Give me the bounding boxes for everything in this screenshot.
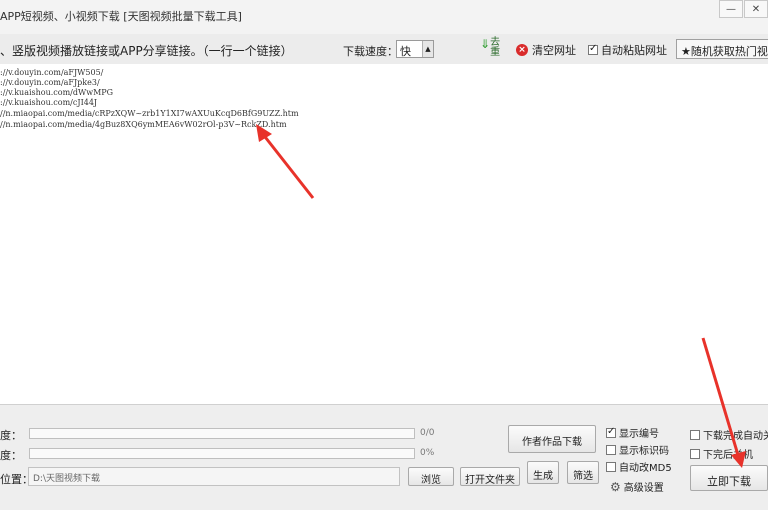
- shutdown-checkbox[interactable]: 下完后关机: [690, 446, 753, 461]
- auto-md5-label: 自动改MD5: [619, 463, 672, 474]
- toolbar: 、竖版视频播放链接或APP分享链接。（一行一个链接） 下载速度： 快 ▲ ⇓ 去…: [0, 34, 768, 65]
- show-id-label: 显示标识码: [619, 446, 669, 457]
- url-line: //n.miaopai.com/media/4gBuz8XQ6ymMEA6vW0…: [0, 120, 287, 129]
- checkbox-icon: [690, 429, 700, 440]
- progress-bar-current: [29, 448, 415, 459]
- show-number-checkbox[interactable]: 显示编号: [606, 425, 659, 440]
- url-line: ://v.douyin.com/aFJW505/: [0, 68, 104, 77]
- down-arrow-icon: ⇓: [480, 37, 491, 51]
- url-line: ://v.kuaishou.com/dWwMPG: [0, 88, 114, 97]
- clear-urls-button[interactable]: × 清空网址: [516, 42, 576, 58]
- checkbox-icon: [588, 43, 598, 55]
- after-download-checkbox[interactable]: 下载完成自动关: [690, 427, 768, 442]
- download-now-button[interactable]: 立即下载: [690, 465, 768, 491]
- progress2-label: 度：: [0, 449, 22, 462]
- autopaste-label: 自动粘贴网址: [601, 44, 667, 57]
- minimize-button[interactable]: —: [719, 0, 743, 18]
- show-id-checkbox[interactable]: 显示标识码: [606, 442, 669, 457]
- url-textarea[interactable]: ://v.douyin.com/aFJW505/ ://v.douyin.com…: [0, 64, 768, 405]
- bottom-panel: 度： 0/0 度： 0% 位置： D:\天图视频下载 浏览 打开文件夹 作者作品…: [0, 405, 768, 510]
- close-button[interactable]: ✕: [744, 0, 768, 18]
- chevron-down-icon: ▲: [422, 41, 433, 57]
- progress-bar-total: [29, 428, 415, 439]
- filter-button[interactable]: 筛选: [567, 461, 599, 484]
- checkbox-icon: [606, 444, 616, 455]
- progress2-text: 0%: [420, 448, 435, 458]
- speed-select-value: 快: [400, 45, 411, 58]
- speed-label: 下载速度：: [343, 45, 398, 58]
- save-path-input[interactable]: D:\天图视频下载: [28, 467, 400, 486]
- checkbox-icon: [690, 448, 700, 459]
- browse-button[interactable]: 浏览: [408, 467, 454, 486]
- author-works-download-button[interactable]: 作者作品下载: [508, 425, 596, 453]
- dedup-button[interactable]: ⇓ 去重: [480, 38, 500, 58]
- close-icon: ×: [516, 44, 528, 56]
- random-hot-video-button[interactable]: ★随机获取热门视频: [676, 39, 768, 59]
- advanced-settings-button[interactable]: ⚙ 高级设置: [610, 479, 664, 495]
- auto-md5-checkbox[interactable]: 自动改MD5: [606, 459, 672, 474]
- speed-select[interactable]: 快 ▲: [396, 40, 434, 58]
- generate-button[interactable]: 生成: [527, 461, 559, 484]
- progress1-text: 0/0: [420, 428, 435, 438]
- url-line: ://v.douyin.com/aFJpke3/: [0, 78, 100, 87]
- gear-icon: ⚙: [610, 479, 621, 494]
- title-bar: APP短视频、小视频下载 [天图视频批量下载工具] — ✕: [0, 0, 768, 35]
- clear-urls-label: 清空网址: [532, 44, 576, 57]
- window-controls: — ✕: [718, 0, 768, 18]
- progress1-label: 度：: [0, 429, 22, 442]
- input-hint: 、竖版视频播放链接或APP分享链接。（一行一个链接）: [0, 44, 293, 58]
- open-folder-button[interactable]: 打开文件夹: [460, 467, 520, 486]
- shutdown-label: 下完后关机: [703, 450, 753, 461]
- after-download-label: 下载完成自动关: [703, 431, 768, 442]
- url-line: ://v.kuaishou.com/cJI44J: [0, 98, 98, 107]
- checkbox-icon: [606, 461, 616, 472]
- url-line: //n.miaopai.com/media/cRPzXQW~zrb1Y1XI7w…: [0, 109, 299, 118]
- window-title: APP短视频、小视频下载 [天图视频批量下载工具]: [0, 10, 242, 23]
- checkbox-icon: [606, 426, 616, 438]
- advanced-settings-label: 高级设置: [623, 483, 664, 494]
- dedup-label: 去重: [490, 37, 501, 58]
- show-number-label: 显示编号: [619, 429, 659, 440]
- autopaste-checkbox[interactable]: 自动粘贴网址: [588, 42, 667, 58]
